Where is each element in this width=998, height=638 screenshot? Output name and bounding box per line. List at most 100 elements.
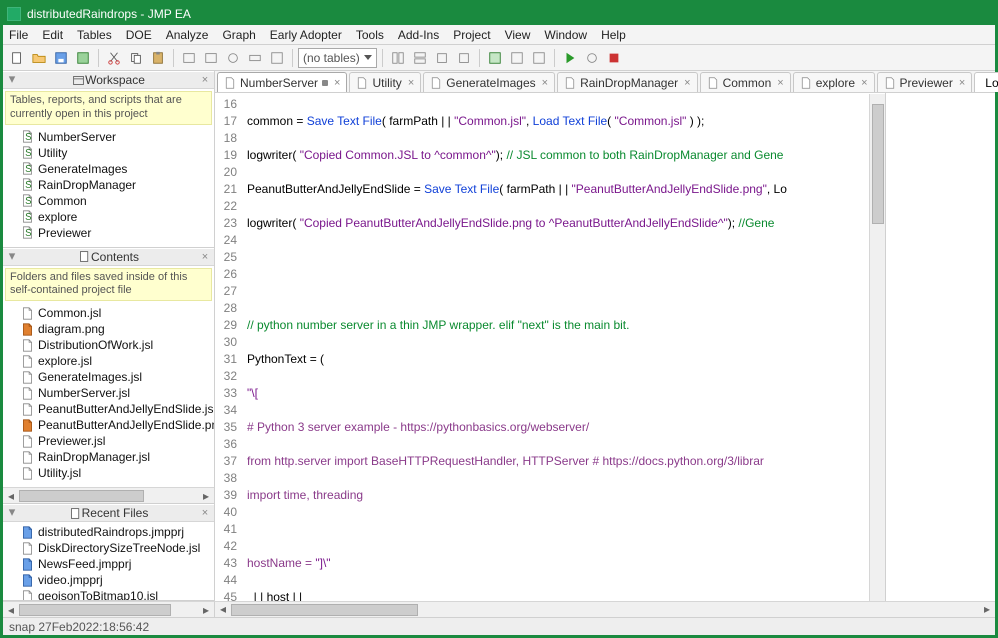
workspace-item[interactable]: S Utility: [7, 145, 210, 161]
menu-tables[interactable]: Tables: [77, 28, 112, 42]
recent-item[interactable]: distributedRaindrops.jmpprj: [7, 524, 210, 540]
recent-item-label: geojsonToBitmap10.jsl: [38, 589, 158, 600]
editor-tab[interactable]: RainDropManager×: [557, 72, 698, 92]
recent-item[interactable]: geojsonToBitmap10.jsl: [7, 588, 210, 600]
menu-tools[interactable]: Tools: [356, 28, 384, 42]
editor-vscroll[interactable]: [869, 94, 885, 601]
left-hscroll[interactable]: ◂▸: [3, 601, 215, 617]
toolbar-debug-icon[interactable]: [582, 48, 602, 68]
menu-file[interactable]: File: [9, 28, 28, 42]
workspace-item[interactable]: SRainDropManager: [7, 177, 210, 193]
toolbar-btn5-icon[interactable]: [179, 48, 199, 68]
recent-min-icon[interactable]: ▾: [6, 507, 18, 519]
contents-min-icon[interactable]: ▾: [6, 251, 18, 263]
chevron-down-icon: [364, 55, 372, 60]
editor-tab[interactable]: Utility×: [349, 72, 421, 92]
recent-header: ▾ Recent Files ×: [3, 504, 214, 522]
menu-early-adopter[interactable]: Early Adopter: [270, 28, 342, 42]
tab-close-icon[interactable]: ×: [542, 77, 548, 89]
workspace-item-label: Utility: [38, 146, 67, 160]
editor-tab[interactable]: Common×: [700, 72, 791, 92]
editor-hscroll[interactable]: ◂ ▸: [215, 601, 995, 617]
editor-tab[interactable]: NumberServer×: [217, 72, 347, 92]
toolbar-btn6-icon[interactable]: [201, 48, 221, 68]
tab-close-icon[interactable]: ×: [684, 77, 690, 89]
svg-text:S: S: [25, 180, 32, 191]
contents-item[interactable]: diagram.png: [7, 321, 210, 337]
workspace-item[interactable]: SCommon: [7, 193, 210, 209]
contents-item[interactable]: GenerateImages.jsl: [7, 369, 210, 385]
contents-item-label: RainDropManager.jsl: [38, 450, 150, 464]
toolbar-stop-icon[interactable]: [604, 48, 624, 68]
contents-title: Contents: [91, 250, 139, 264]
svg-text:S: S: [25, 148, 32, 159]
menu-addins[interactable]: Add-Ins: [398, 28, 439, 42]
contents-item[interactable]: PeanutButterAndJellyEndSlide.png: [7, 417, 210, 433]
contents-item[interactable]: NumberServer.jsl: [7, 385, 210, 401]
recent-icon: [69, 507, 82, 520]
menu-analyze[interactable]: Analyze: [166, 28, 209, 42]
workspace-close-icon[interactable]: ×: [199, 74, 211, 86]
tab-close-icon[interactable]: ×: [408, 77, 414, 89]
tab-close-icon[interactable]: ×: [861, 77, 867, 89]
toolbar-grp2d-icon[interactable]: [454, 48, 474, 68]
toolbar-run-icon[interactable]: [560, 48, 580, 68]
toolbar-grp3a-icon[interactable]: [485, 48, 505, 68]
tab-close-icon[interactable]: ×: [959, 77, 965, 89]
tab-close-icon[interactable]: ×: [334, 77, 340, 89]
workspace-item[interactable]: SPreviewer: [7, 225, 210, 241]
toolbar-cut-icon[interactable]: [104, 48, 124, 68]
menu-edit[interactable]: Edit: [42, 28, 63, 42]
contents-item[interactable]: Utility.jsl: [7, 465, 210, 481]
workspace-tree: SNumberServer S UtilitySGenerateImagesSRai…: [3, 127, 214, 247]
toolbar-btn7-icon[interactable]: [223, 48, 243, 68]
toolbar-grp2c-icon[interactable]: [432, 48, 452, 68]
recent-item[interactable]: NewsFeed.jmpprj: [7, 556, 210, 572]
workspace-title: Workspace: [85, 73, 145, 87]
recent-close-icon[interactable]: ×: [199, 507, 211, 519]
toolbar-copy-icon[interactable]: [126, 48, 146, 68]
workspace-item[interactable]: SGenerateImages: [7, 161, 210, 177]
recent-item[interactable]: video.jmpprj: [7, 572, 210, 588]
contents-close-icon[interactable]: ×: [199, 251, 211, 263]
contents-item[interactable]: RainDropManager.jsl: [7, 449, 210, 465]
contents-item[interactable]: Previewer.jsl: [7, 433, 210, 449]
toolbar-save-icon[interactable]: [51, 48, 71, 68]
toolbar-paste-icon[interactable]: [148, 48, 168, 68]
menu-doe[interactable]: DOE: [126, 28, 152, 42]
workspace-item[interactable]: Sexplore: [7, 209, 210, 225]
menu-help[interactable]: Help: [601, 28, 626, 42]
tables-combo[interactable]: (no tables): [298, 48, 377, 68]
code-area[interactable]: common = Save Text File( farmPath | | "C…: [241, 94, 869, 601]
editor-tab[interactable]: Previewer×: [877, 72, 973, 92]
toolbar-open-icon[interactable]: [29, 48, 49, 68]
tab-label: explore: [816, 76, 855, 90]
editor-tab[interactable]: GenerateImages×: [423, 72, 555, 92]
recent-item-label: video.jmpprj: [38, 573, 103, 587]
menu-graph[interactable]: Graph: [222, 28, 255, 42]
menu-window[interactable]: Window: [544, 28, 587, 42]
toolbar-grp2a-icon[interactable]: [388, 48, 408, 68]
toolbar-grp2b-icon[interactable]: [410, 48, 430, 68]
menu-project[interactable]: Project: [453, 28, 490, 42]
recent-tree: distributedRaindrops.jmpprjDiskDirectory…: [3, 522, 214, 600]
menu-view[interactable]: View: [505, 28, 531, 42]
log-tab[interactable]: Log: [974, 72, 998, 92]
tab-close-icon[interactable]: ×: [777, 77, 783, 89]
workspace-item[interactable]: SNumberServer: [7, 129, 210, 145]
code-editor[interactable]: 1617181920212223242526272829303132333435…: [215, 93, 885, 601]
contents-item[interactable]: Common.jsl: [7, 305, 210, 321]
toolbar-grp3b-icon[interactable]: [507, 48, 527, 68]
contents-item[interactable]: PeanutButterAndJellyEndSlide.jsl: [7, 401, 210, 417]
toolbar-new-icon[interactable]: [7, 48, 27, 68]
toolbar-grp3c-icon[interactable]: [529, 48, 549, 68]
contents-hscroll[interactable]: ◂▸: [3, 487, 214, 503]
toolbar-saveproj-icon[interactable]: [73, 48, 93, 68]
contents-item[interactable]: explore.jsl: [7, 353, 210, 369]
toolbar-btn8-icon[interactable]: [245, 48, 265, 68]
contents-item[interactable]: DistributionOfWork.jsl: [7, 337, 210, 353]
editor-tab[interactable]: explore ×: [793, 72, 875, 92]
toolbar-btn9-icon[interactable]: [267, 48, 287, 68]
workspace-min-icon[interactable]: ▾: [6, 74, 18, 86]
recent-item[interactable]: DiskDirectorySizeTreeNode.jsl: [7, 540, 210, 556]
